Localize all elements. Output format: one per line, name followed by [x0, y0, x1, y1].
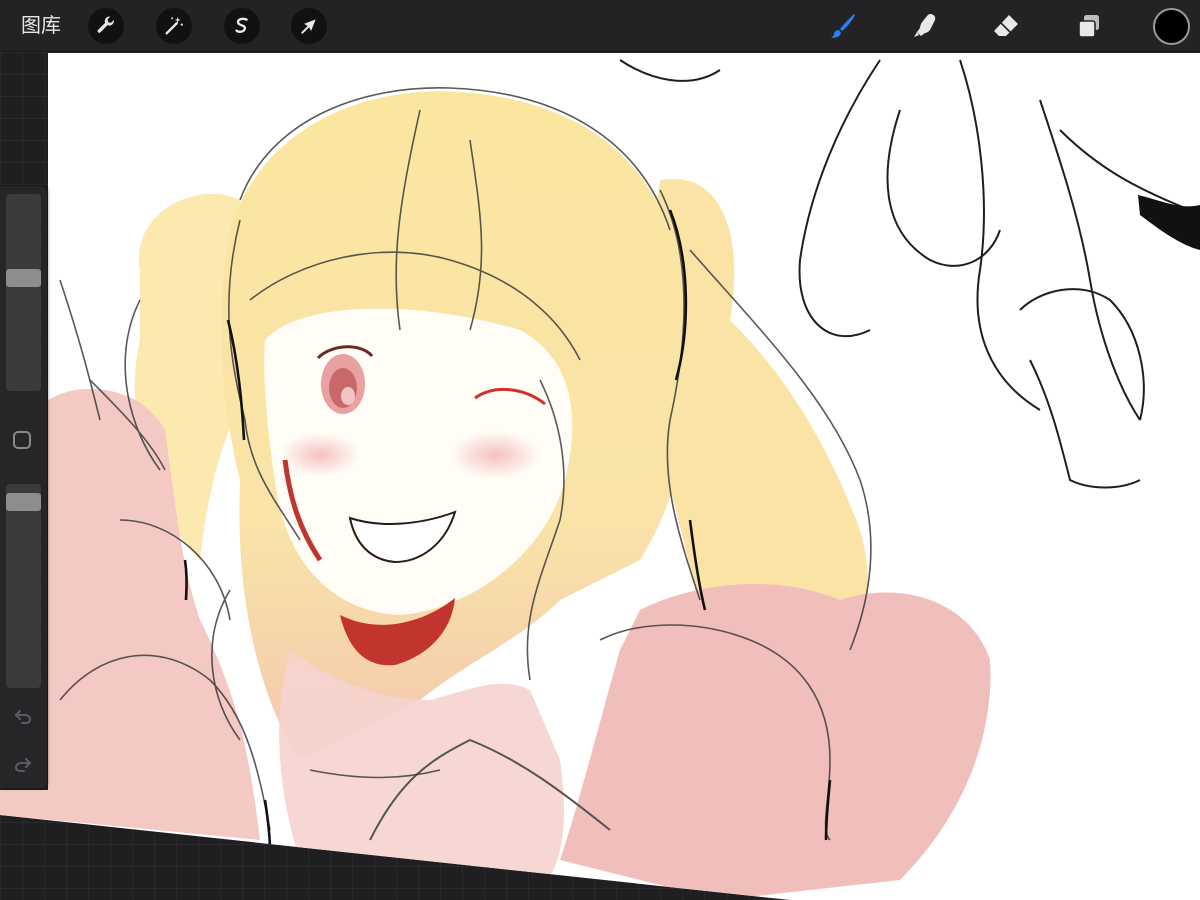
selection-button[interactable]	[224, 8, 260, 44]
brush-opacity-slider[interactable]	[6, 484, 41, 688]
undo-arrow-icon	[15, 710, 32, 724]
eraser-icon	[994, 15, 1018, 36]
magic-wand-icon	[165, 16, 183, 35]
color-picker-button[interactable]	[1153, 8, 1190, 45]
drawing-canvas[interactable]	[0, 0, 1200, 900]
brush-button[interactable]	[823, 8, 863, 44]
blush-left	[280, 433, 360, 477]
brush-size-slider[interactable]	[6, 194, 41, 391]
undo-button[interactable]	[10, 706, 36, 728]
blush-right	[450, 431, 540, 479]
redo-button[interactable]	[10, 754, 36, 776]
transform-button[interactable]	[291, 8, 327, 44]
wrench-icon	[97, 16, 114, 33]
arrow-cursor-icon	[301, 19, 316, 34]
selection-s-icon	[235, 17, 248, 33]
smudge-finger-icon	[914, 14, 936, 37]
modify-button[interactable]	[13, 431, 31, 449]
brush-size-slider-thumb[interactable]	[6, 269, 41, 287]
left-sidebar	[0, 186, 47, 788]
redo-arrow-icon	[14, 758, 31, 772]
actions-button[interactable]	[88, 8, 124, 44]
top-toolbar: 图库	[0, 0, 1200, 52]
brush-icon	[831, 14, 855, 38]
layers-button[interactable]	[1069, 8, 1109, 44]
eraser-button[interactable]	[986, 8, 1026, 44]
adjustments-button[interactable]	[156, 8, 192, 44]
smudge-button[interactable]	[905, 8, 945, 44]
brush-opacity-slider-thumb[interactable]	[6, 493, 41, 511]
gallery-button[interactable]: 图库	[21, 13, 61, 39]
eye-highlight	[341, 387, 355, 405]
layers-icon	[1078, 15, 1099, 38]
